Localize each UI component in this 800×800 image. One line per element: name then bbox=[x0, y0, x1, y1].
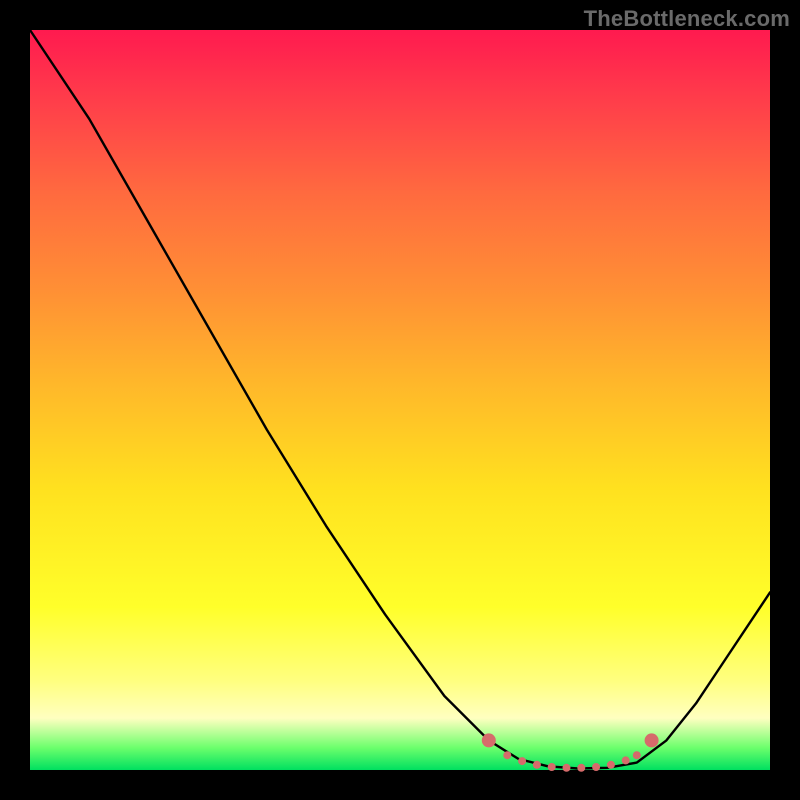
marker-point bbox=[592, 763, 600, 771]
chart-frame: { "watermark": "TheBottleneck.com", "cha… bbox=[0, 0, 800, 800]
marker-point bbox=[645, 733, 659, 747]
bottleneck-curve bbox=[30, 30, 770, 769]
marker-point bbox=[548, 763, 556, 771]
chart-svg bbox=[30, 30, 770, 770]
marker-point bbox=[633, 751, 641, 759]
marker-point bbox=[503, 751, 511, 759]
marker-point bbox=[563, 764, 571, 772]
marker-point bbox=[622, 756, 630, 764]
marker-point bbox=[607, 761, 615, 769]
marker-point bbox=[518, 757, 526, 765]
marker-point bbox=[482, 733, 496, 747]
marker-group bbox=[482, 733, 659, 771]
marker-point bbox=[577, 764, 585, 772]
marker-point bbox=[533, 761, 541, 769]
watermark-text: TheBottleneck.com bbox=[584, 6, 790, 32]
plot-area bbox=[30, 30, 770, 770]
